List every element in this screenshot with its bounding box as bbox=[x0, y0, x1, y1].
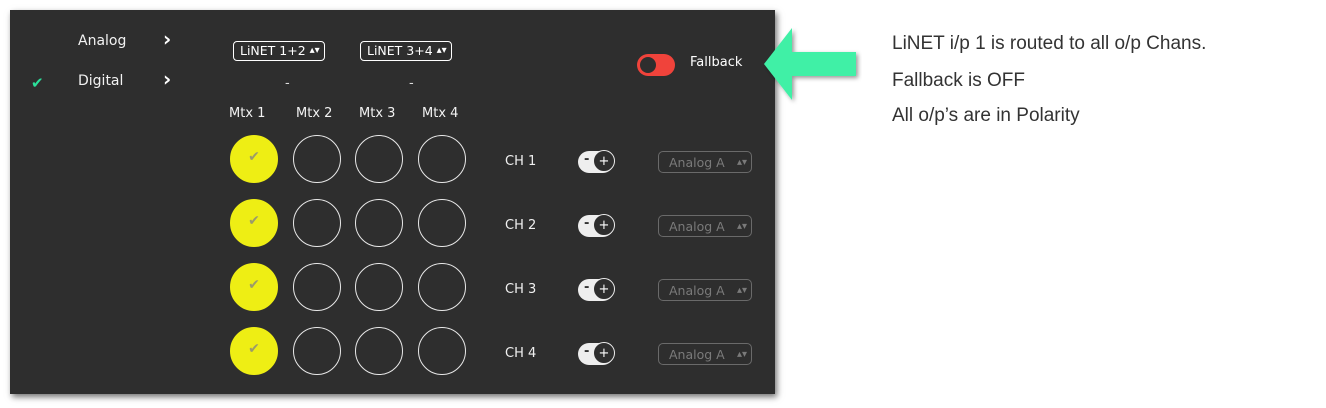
output-select-label: Analog A bbox=[669, 219, 725, 234]
fallback-toggle[interactable] bbox=[637, 54, 675, 76]
matrix-cell-ch3-mtx1[interactable]: ✔ bbox=[230, 263, 278, 311]
source-select-label: LiNET 1+2 bbox=[240, 43, 306, 58]
output-select-ch1[interactable]: Analog A ▴▾ bbox=[658, 151, 752, 173]
matrix-cell-ch1-mtx3[interactable] bbox=[355, 135, 403, 183]
matrix-cell-ch4-mtx3[interactable] bbox=[355, 327, 403, 375]
minus-icon: - bbox=[584, 152, 590, 167]
matrix-cell-ch2-mtx4[interactable] bbox=[418, 199, 466, 247]
sidebar-item-label: Digital bbox=[78, 73, 124, 89]
updown-icon: ▴▾ bbox=[736, 285, 747, 296]
output-select-label: Analog A bbox=[669, 155, 725, 170]
annotation-line: All o/p’s are in Polarity bbox=[892, 105, 1080, 126]
output-select-label: Analog A bbox=[669, 347, 725, 362]
matrix-cell-ch3-mtx4[interactable] bbox=[418, 263, 466, 311]
fallback-label: Fallback bbox=[690, 55, 743, 70]
matrix-cell-ch1-mtx4[interactable] bbox=[418, 135, 466, 183]
source-select-label: LiNET 3+4 bbox=[367, 43, 433, 58]
checkmark-icon: ✔ bbox=[248, 149, 260, 165]
output-select-label: Analog A bbox=[669, 283, 725, 298]
annotation-line: Fallback is OFF bbox=[892, 70, 1026, 91]
annotation-line: LiNET i/p 1 is routed to all o/p Chans. bbox=[892, 33, 1207, 54]
output-select-ch4[interactable]: Analog A ▴▾ bbox=[658, 343, 752, 365]
matrix-column-label: Mtx 3 bbox=[359, 106, 396, 121]
sidebar-item-label: Analog bbox=[78, 33, 127, 49]
matrix-cell-ch2-mtx3[interactable] bbox=[355, 199, 403, 247]
updown-icon: ▴▾ bbox=[736, 221, 747, 232]
toggle-knob bbox=[640, 57, 656, 73]
polarity-toggle-ch1[interactable]: - + bbox=[578, 150, 615, 173]
checkmark-icon: ✔ bbox=[248, 341, 260, 357]
polarity-toggle-ch4[interactable]: - + bbox=[578, 342, 615, 365]
matrix-cell-ch2-mtx2[interactable] bbox=[293, 199, 341, 247]
output-select-ch3[interactable]: Analog A ▴▾ bbox=[658, 279, 752, 301]
matrix-cell-ch4-mtx4[interactable] bbox=[418, 327, 466, 375]
matrix-column-label: Mtx 4 bbox=[422, 106, 459, 121]
chevron-right-icon: › bbox=[163, 67, 172, 91]
checkmark-icon: ✔ bbox=[248, 277, 260, 293]
channel-label: CH 4 bbox=[505, 346, 537, 361]
sidebar-item-analog[interactable]: Analog › bbox=[10, 27, 190, 60]
routing-panel: Analog › ✔ Digital › LiNET 1+2 ▴▾ LiNET … bbox=[10, 10, 775, 394]
channel-label: CH 3 bbox=[505, 282, 537, 297]
source-select-linet-3-4[interactable]: LiNET 3+4 ▴▾ bbox=[360, 41, 452, 61]
chevron-right-icon: › bbox=[163, 27, 172, 51]
source-value: - bbox=[409, 76, 414, 91]
checkmark-icon: ✔ bbox=[248, 213, 260, 229]
source-value: - bbox=[285, 76, 290, 91]
matrix-cell-ch3-mtx2[interactable] bbox=[293, 263, 341, 311]
minus-icon: - bbox=[584, 344, 590, 359]
matrix-cell-ch2-mtx1[interactable]: ✔ bbox=[230, 199, 278, 247]
polarity-toggle-ch2[interactable]: - + bbox=[578, 214, 615, 237]
sidebar-item-digital[interactable]: ✔ Digital › bbox=[10, 67, 190, 100]
matrix-cell-ch4-mtx2[interactable] bbox=[293, 327, 341, 375]
updown-icon: ▴▾ bbox=[309, 45, 320, 56]
callout-arrow-icon bbox=[764, 28, 856, 100]
output-select-ch2[interactable]: Analog A ▴▾ bbox=[658, 215, 752, 237]
plus-icon: + bbox=[593, 342, 615, 364]
updown-icon: ▴▾ bbox=[736, 157, 747, 168]
plus-icon: + bbox=[593, 214, 615, 236]
matrix-cell-ch3-mtx3[interactable] bbox=[355, 263, 403, 311]
source-select-linet-1-2[interactable]: LiNET 1+2 ▴▾ bbox=[233, 41, 325, 61]
polarity-toggle-ch3[interactable]: - + bbox=[578, 278, 615, 301]
plus-icon: + bbox=[593, 278, 615, 300]
channel-label: CH 1 bbox=[505, 154, 537, 169]
matrix-cell-ch1-mtx2[interactable] bbox=[293, 135, 341, 183]
checkmark-icon: ✔ bbox=[31, 74, 44, 92]
channel-label: CH 2 bbox=[505, 218, 537, 233]
minus-icon: - bbox=[584, 216, 590, 231]
updown-icon: ▴▾ bbox=[436, 45, 447, 56]
matrix-column-label: Mtx 2 bbox=[296, 106, 333, 121]
plus-icon: + bbox=[593, 150, 615, 172]
matrix-cell-ch4-mtx1[interactable]: ✔ bbox=[230, 327, 278, 375]
minus-icon: - bbox=[584, 280, 590, 295]
matrix-column-label: Mtx 1 bbox=[229, 106, 266, 121]
updown-icon: ▴▾ bbox=[736, 349, 747, 360]
matrix-cell-ch1-mtx1[interactable]: ✔ bbox=[230, 135, 278, 183]
